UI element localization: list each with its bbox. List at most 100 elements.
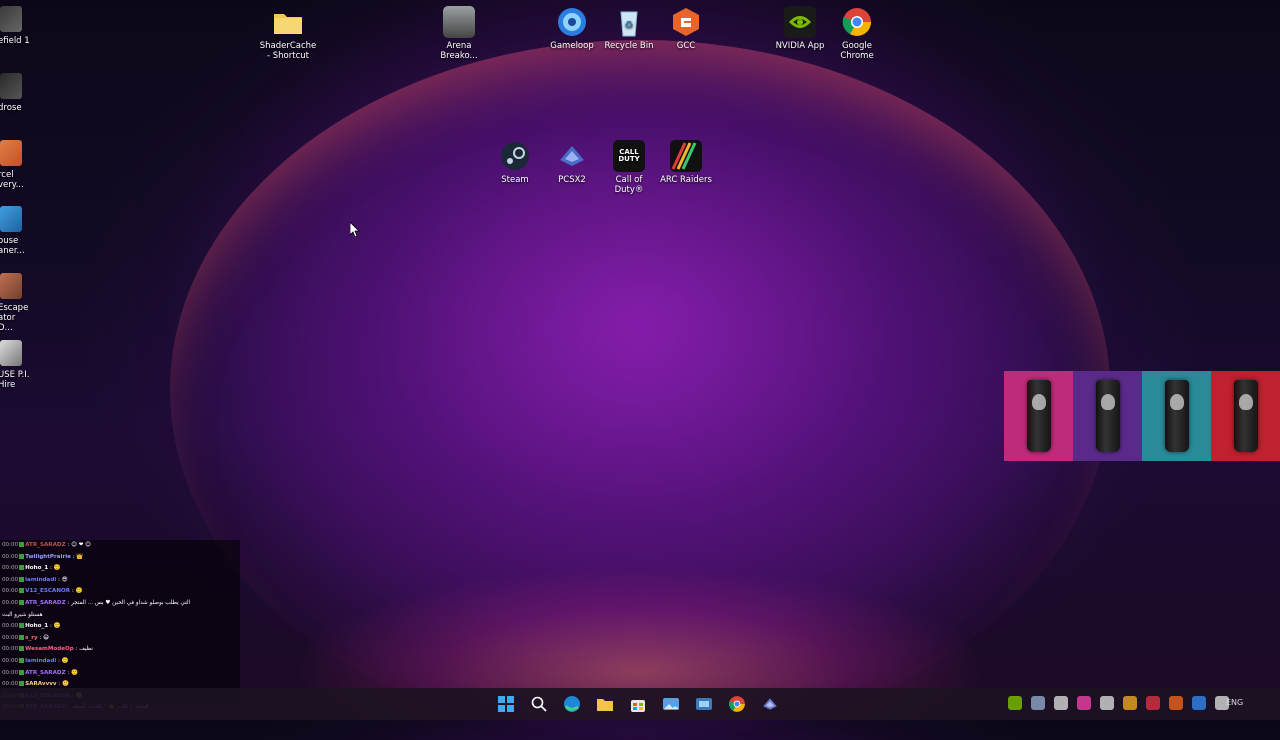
wildrose-icon (0, 73, 22, 99)
search-icon (531, 696, 547, 712)
chat-timestamp: 00:00 (2, 599, 19, 606)
snipping-icon (696, 698, 712, 710)
desktop-icon-shadercache[interactable]: ShaderCache - Shortcut (252, 6, 324, 61)
desktop-icon-house-pi[interactable]: USE P.I. Hire (0, 340, 32, 390)
battlefield-icon (0, 6, 22, 32)
chat-text: : 🙂 (70, 588, 83, 595)
escape-icon (0, 273, 22, 299)
battery-tray-icon[interactable] (1054, 696, 1068, 710)
svg-text:♻: ♻ (625, 20, 634, 31)
system-tray (1008, 696, 1229, 710)
chat-message: 00:00 WesamModeOp : نظيف (0, 644, 240, 656)
mouse-cursor-icon (350, 222, 360, 238)
arc-raiders-icon (670, 140, 702, 172)
chat-timestamp: 00:00 (2, 657, 19, 664)
chat-message: 00:00 ATR_SARADZ : 🙂 (0, 668, 240, 680)
chat-timestamp: 00:00 (2, 542, 19, 548)
parcel-icon (0, 140, 22, 166)
nvidia-icon (784, 6, 816, 38)
chat-timestamp: 00:00 (2, 576, 19, 583)
desktop-icon-label: Arena Breako... (440, 41, 478, 61)
desktop-icon-label: ShaderCache - Shortcut (259, 41, 317, 61)
steam-icon (499, 140, 531, 172)
can-icon (1233, 380, 1258, 452)
can-icon (1164, 380, 1189, 452)
chat-text: : 🙂 (48, 565, 61, 572)
photos-button[interactable] (659, 692, 683, 716)
chat-badge-icon (19, 553, 25, 559)
desktop-icon-parcel[interactable]: rcel very... (0, 140, 32, 190)
edge-button[interactable] (560, 692, 584, 716)
ad-can-red (1211, 371, 1280, 461)
chat-text: هستلو شيرو البث (2, 611, 43, 618)
ad-can-teal (1142, 371, 1211, 461)
desktop-icon-label: Escape ator D... (0, 303, 29, 333)
gcc-icon (670, 6, 702, 38)
chat-text: : 😊 ❤ 😊 (65, 542, 91, 548)
chat-text: : 🙂 (56, 657, 69, 664)
chat-message: 00:00 Hoho_1 : 🙂 (0, 621, 240, 633)
chat-username: ATR_SARADZ (25, 542, 66, 548)
chat-message: هستلو شيرو البث (0, 610, 240, 622)
pi-icon (0, 340, 22, 366)
chat-badge-icon (19, 669, 25, 675)
chat-message: 00:00 s_ry : 😄 (0, 633, 240, 645)
desktop-icon-label: drose (0, 103, 22, 113)
chat-badge-icon (19, 588, 25, 594)
file-explorer-button[interactable] (593, 692, 617, 716)
arena-breakout-icon (443, 6, 475, 38)
language-indicator[interactable]: ENG (1226, 698, 1243, 707)
desktop-icon-label: USE P.I. Hire (0, 370, 30, 390)
wallpaper-glow (180, 480, 1100, 720)
desktop-icon-label: ouse aner... (0, 236, 25, 256)
desktop-icon-escape[interactable]: Escape ator D... (0, 273, 32, 333)
chat-text: : 🙂 (65, 669, 79, 676)
chat-badge-icon (19, 565, 25, 571)
can-icon (1095, 380, 1120, 452)
chat-timestamp: 00:00 (2, 553, 19, 560)
chat-username: V12_ESCANOR (25, 588, 71, 595)
chrome-taskbar-button[interactable] (725, 692, 749, 716)
chat-message: 00:00 Hoho_1 : 🙂 (0, 563, 240, 575)
arrow-tray-icon[interactable] (1100, 696, 1114, 710)
ad-can-pink (1004, 371, 1073, 461)
nvidia-tray-icon[interactable] (1008, 696, 1022, 710)
desktop-icon-chrome[interactable]: Google Chrome (821, 6, 893, 61)
desktop-icon-label: efield 1 (0, 36, 30, 46)
chat-username: s_ry (25, 634, 38, 641)
chat-text: : التي يطلب بوصلو شداو في الحين ♥ بس ...… (65, 599, 191, 606)
gcc-tray-icon[interactable] (1169, 696, 1183, 710)
pcsx2-taskbar-button[interactable] (758, 692, 782, 716)
gameloop-icon (556, 6, 588, 38)
taskbar: ENG (0, 688, 1280, 720)
app-tray-icon[interactable] (1077, 696, 1091, 710)
chat-text: : 😄 (37, 634, 49, 641)
desktop-icon-battlefield[interactable]: efield 1 (0, 6, 32, 46)
steam-tray-icon[interactable] (1031, 696, 1045, 710)
pcsx2-icon (556, 140, 588, 172)
chat-message: 00:00 ATR_SARADZ : التي يطلب بوصلو شداو ف… (0, 598, 240, 610)
snipping-button[interactable] (692, 692, 716, 716)
bluetooth-tray-icon[interactable] (1192, 696, 1206, 710)
chat-badge-icon (19, 599, 25, 605)
desktop-icon-arena-breakout[interactable]: Arena Breako... (423, 6, 495, 61)
desktop-icon-house-flipper[interactable]: ouse aner... (0, 206, 32, 256)
chat-timestamp: 00:00 (2, 634, 19, 641)
chat-username: SARAvvvv (25, 681, 57, 688)
photos-icon (663, 698, 679, 710)
chat-username: Hoho_1 (25, 565, 49, 572)
chat-message: 00:00 ATR_SARADZ : 😊 ❤ 😊 (0, 540, 240, 552)
desktop-icon-wildrose[interactable]: drose (0, 73, 32, 113)
desktop-icon-gcc[interactable]: GCC (650, 6, 722, 51)
store-button[interactable] (626, 692, 650, 716)
start-button[interactable] (494, 692, 518, 716)
stream-chat-overlay: 00:00 ATR_SARADZ : 😊 ❤ 😊 00:00 TwilightPrai… (0, 540, 240, 708)
search-button[interactable] (527, 692, 551, 716)
chat-badge-icon (19, 623, 25, 629)
chat-text: : 😎 (56, 576, 68, 583)
chat-badge-icon (19, 646, 25, 652)
desktop-icon-arc-raiders[interactable]: ARC Raiders (650, 140, 722, 185)
chrome-tray-icon[interactable] (1123, 696, 1137, 710)
amd-tray-icon[interactable] (1146, 696, 1160, 710)
chat-badge-icon (19, 542, 25, 547)
